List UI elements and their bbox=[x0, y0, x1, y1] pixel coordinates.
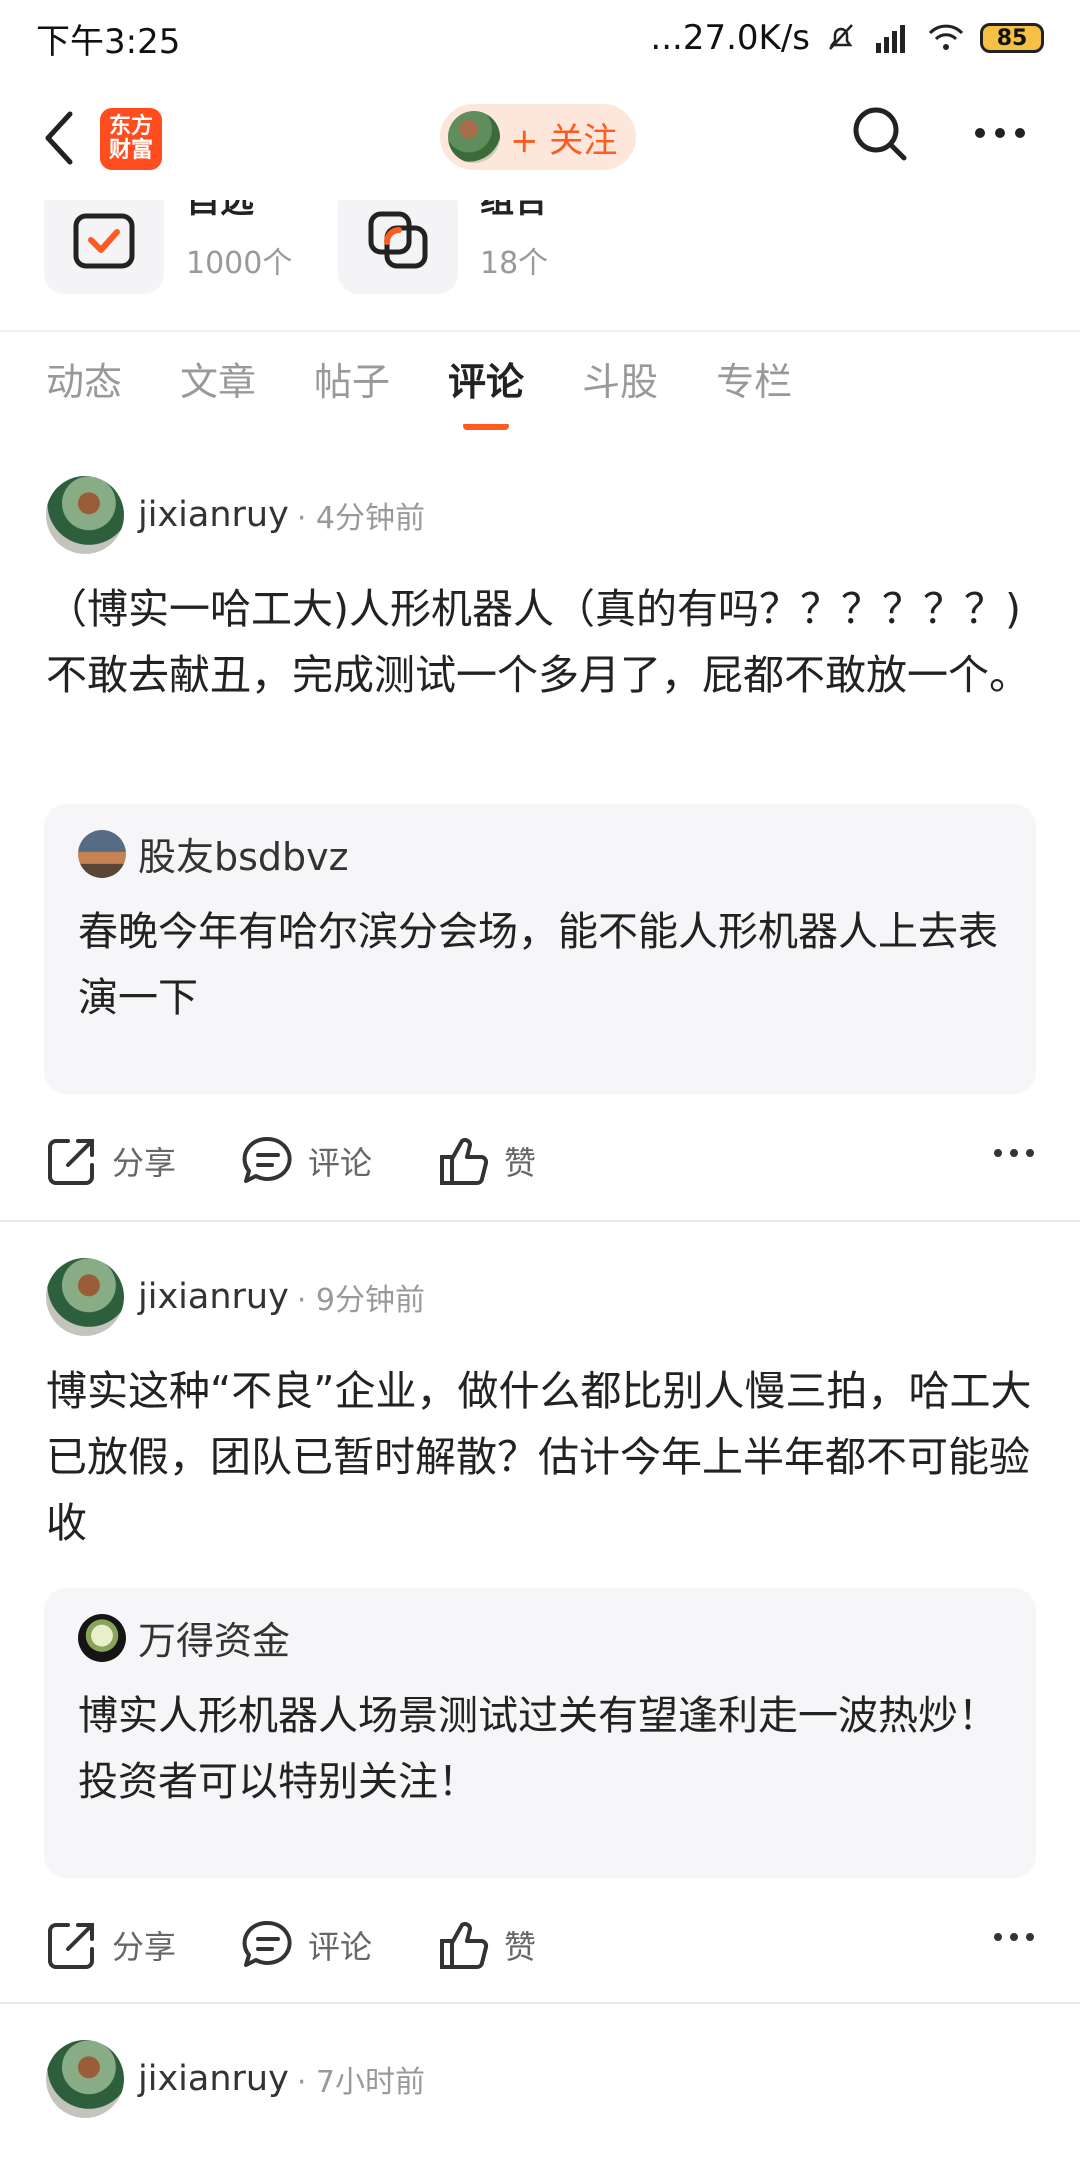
comment-bubble-icon bbox=[242, 1136, 292, 1183]
tab-stock-battle[interactable]: 斗股 bbox=[582, 332, 658, 442]
tab-columns[interactable]: 专栏 bbox=[716, 332, 792, 442]
comment-label: 评论 bbox=[308, 1928, 373, 1966]
avatar[interactable] bbox=[46, 476, 124, 554]
comment-bubble-icon bbox=[242, 1920, 292, 1967]
share-icon bbox=[48, 1139, 94, 1185]
comment-text[interactable]: （博实一哈工大)人形机器人（真的有吗？？？？？？)不敢去献丑，完成测试一个多月了… bbox=[46, 576, 1036, 708]
quick-item-count: 1000个 bbox=[186, 245, 293, 281]
back-arrow-icon[interactable] bbox=[40, 108, 80, 168]
post-time: · 7小时前 bbox=[296, 2065, 425, 2100]
quoted-post[interactable]: 股友bsdbvz 春晚今年有哈尔滨分会场，能不能人形机器人上去表演一下 bbox=[44, 804, 1036, 1094]
battery-indicator: 85 bbox=[980, 23, 1044, 53]
search-icon[interactable] bbox=[850, 104, 910, 164]
share-label: 分享 bbox=[112, 1928, 177, 1966]
like-label: 赞 bbox=[504, 1144, 537, 1182]
like-button[interactable]: 赞 bbox=[438, 1135, 536, 1187]
post-header: jixianruy · 7小时前 bbox=[46, 2040, 425, 2118]
author-name[interactable]: jixianruy bbox=[138, 2059, 289, 2099]
quick-item-watchlist[interactable]: 自选 1000个 bbox=[44, 200, 292, 294]
quote-text: 博实人形机器人场景测试过关有望逢利走一波热炒！投资者可以特别关注！ bbox=[78, 1693, 998, 1805]
avatar bbox=[78, 1613, 126, 1662]
post-time: · 4分钟前 bbox=[296, 501, 425, 536]
checkbox-icon bbox=[73, 213, 135, 269]
avatar[interactable] bbox=[46, 1258, 124, 1336]
quote-header: 股友bsdbvz bbox=[78, 826, 1002, 881]
post-header: jixianruy · 4分钟前 bbox=[46, 476, 425, 554]
like-label: 赞 bbox=[504, 1928, 537, 1966]
quote-text: 春晚今年有哈尔滨分会场，能不能人形机器人上去表演一下 bbox=[78, 909, 998, 1021]
app-logo[interactable]: 东方 财富 bbox=[100, 108, 162, 170]
share-button[interactable]: 分享 bbox=[46, 1135, 176, 1187]
follow-label: + 关注 bbox=[510, 120, 618, 161]
logo-line-2: 财富 bbox=[108, 138, 153, 163]
thumbs-up-icon bbox=[440, 1922, 489, 1969]
profile-avatar bbox=[448, 111, 500, 163]
avatar[interactable] bbox=[46, 2040, 124, 2118]
signal-icon bbox=[876, 25, 905, 53]
post-actions: 分享 评论 赞 bbox=[46, 1910, 1036, 1980]
like-button[interactable]: 赞 bbox=[438, 1919, 536, 1971]
quote-author: 股友bsdbvz bbox=[138, 835, 349, 879]
quoted-post[interactable]: 万得资金 博实人形机器人场景测试过关有望逢利走一波热炒！投资者可以特别关注！ bbox=[44, 1588, 1036, 1878]
post-time: · 9分钟前 bbox=[296, 1283, 425, 1318]
comment-button[interactable]: 评论 bbox=[242, 1135, 372, 1187]
thumbs-up-icon bbox=[440, 1138, 489, 1185]
portfolio-icon bbox=[368, 211, 428, 269]
avatar bbox=[78, 829, 126, 878]
share-icon bbox=[48, 1923, 94, 1969]
share-label: 分享 bbox=[112, 1144, 177, 1182]
quick-access: 自选 1000个 组合 18个 bbox=[0, 200, 1080, 332]
comment-text[interactable]: 博实这种“不良”企业，做什么都比别人慢三拍，哈工大已放假，团队已暂时解散？估计今… bbox=[46, 1358, 1036, 1556]
status-bar: 下午3:25 ...27.0K/s 85 bbox=[0, 0, 1080, 76]
comment-button[interactable]: 评论 bbox=[242, 1919, 372, 1971]
quick-item-title: 组合 bbox=[480, 200, 548, 221]
comment-card: jixianruy · 9分钟前 博实这种“不良”企业，做什么都比别人慢三拍，哈… bbox=[0, 1258, 1080, 1998]
mute-bell-icon bbox=[829, 24, 853, 50]
post-actions: 分享 评论 赞 bbox=[46, 1126, 1036, 1196]
quick-item-count: 18个 bbox=[480, 245, 549, 281]
more-options-icon[interactable] bbox=[992, 1930, 1036, 1944]
network-speed: ...27.0K/s bbox=[650, 18, 810, 58]
tab-articles[interactable]: 文章 bbox=[180, 332, 256, 442]
quote-author: 万得资金 bbox=[138, 1619, 291, 1663]
content-tabs: 动态 文章 帖子 评论 斗股 专栏 bbox=[0, 332, 1080, 442]
divider bbox=[0, 2002, 1080, 2004]
share-button[interactable]: 分享 bbox=[46, 1919, 176, 1971]
quote-header: 万得资金 bbox=[78, 1610, 1002, 1665]
status-indicators: ...27.0K/s 85 bbox=[650, 18, 1044, 58]
top-bar: 东方 财富 + 关注 bbox=[0, 76, 1080, 200]
quick-item-portfolio[interactable]: 组合 18个 bbox=[338, 200, 548, 294]
wifi-icon bbox=[928, 24, 964, 50]
tab-posts[interactable]: 帖子 bbox=[314, 332, 390, 442]
comment-label: 评论 bbox=[308, 1144, 373, 1182]
divider bbox=[0, 1220, 1080, 1222]
comment-card: jixianruy · 7小时前 bbox=[0, 2040, 1080, 2160]
watchlist-icon-box bbox=[44, 200, 164, 294]
more-options-icon[interactable] bbox=[970, 118, 1030, 148]
author-name[interactable]: jixianruy bbox=[138, 495, 289, 535]
comment-card: jixianruy · 4分钟前 （博实一哈工大)人形机器人（真的有吗？？？？？… bbox=[0, 476, 1080, 1216]
more-options-icon[interactable] bbox=[992, 1146, 1036, 1160]
portfolio-icon-box bbox=[338, 200, 458, 294]
author-name[interactable]: jixianruy bbox=[138, 1277, 289, 1317]
logo-line-1: 东方 bbox=[108, 114, 153, 139]
status-time: 下午3:25 bbox=[36, 21, 181, 62]
quick-item-title: 自选 bbox=[186, 200, 254, 221]
post-header: jixianruy · 9分钟前 bbox=[46, 1258, 425, 1336]
follow-button[interactable]: + 关注 bbox=[440, 104, 636, 170]
tab-dynamics[interactable]: 动态 bbox=[46, 332, 122, 442]
tab-comments[interactable]: 评论 bbox=[448, 332, 524, 442]
